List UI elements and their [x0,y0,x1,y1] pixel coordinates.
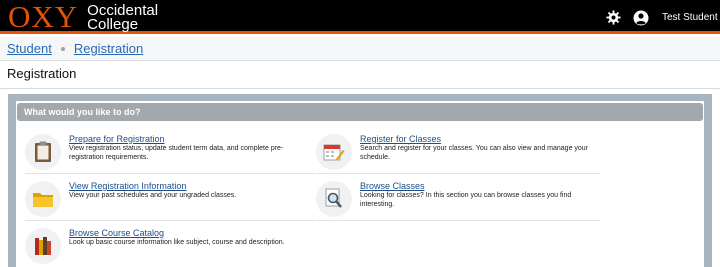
user-avatar-icon[interactable] [633,10,649,26]
item-divider [316,220,600,221]
item-divider [316,173,600,174]
browse-catalog-desc: Look up basic course information like su… [69,239,285,246]
user-name[interactable]: Test Student [662,12,718,23]
view-registration-info-desc: View your past schedules and your ungrad… [69,192,237,199]
top-header: OXY Occidental College Test Student [0,0,720,34]
breadcrumb-separator [60,46,65,51]
title-divider [0,88,720,89]
books-icon [25,228,61,264]
options-panel: What would you like to do? Prepare for R… [16,101,704,267]
register-classes-link[interactable]: Register for Classes [360,134,441,144]
browse-catalog-item: Browse Course Catalog Look up basic cour… [25,228,305,264]
item-divider [25,220,315,221]
view-registration-info-link[interactable]: View Registration Information [69,181,186,191]
breadcrumb-student[interactable]: Student [7,41,52,56]
prepare-registration-item: Prepare for Registration View registrati… [25,134,305,170]
browse-classes-item: Browse Classes Looking for classes? In t… [316,181,596,217]
item-divider [25,173,315,174]
register-classes-desc: Search and register for your classes. Yo… [360,145,589,161]
browse-catalog-link[interactable]: Browse Course Catalog [69,228,164,238]
register-classes-item: Register for Classes Search and register… [316,134,596,170]
prepare-registration-desc: View registration status, update student… [69,145,284,161]
browse-classes-link[interactable]: Browse Classes [360,181,425,191]
options-panel-frame: What would you like to do? Prepare for R… [8,94,712,267]
prepare-registration-link[interactable]: Prepare for Registration [69,134,165,144]
folder-icon [25,181,61,217]
logo-name: Occidental College [87,1,159,33]
breadcrumb: Student Registration [0,37,720,61]
breadcrumb-registration[interactable]: Registration [74,41,143,56]
college-logo[interactable]: OXY Occidental College [8,0,159,34]
panel-title: What would you like to do? [17,103,703,121]
logo-mark: OXY [8,0,79,34]
clipboard-icon [25,134,61,170]
browse-classes-desc: Looking for classes? In this section you… [360,192,572,208]
calendar-pencil-icon [316,134,352,170]
magnifier-icon [316,181,352,217]
page-title: Registration [7,66,77,81]
view-registration-info-item: View Registration Information View your … [25,181,305,217]
gear-icon[interactable] [606,10,621,25]
